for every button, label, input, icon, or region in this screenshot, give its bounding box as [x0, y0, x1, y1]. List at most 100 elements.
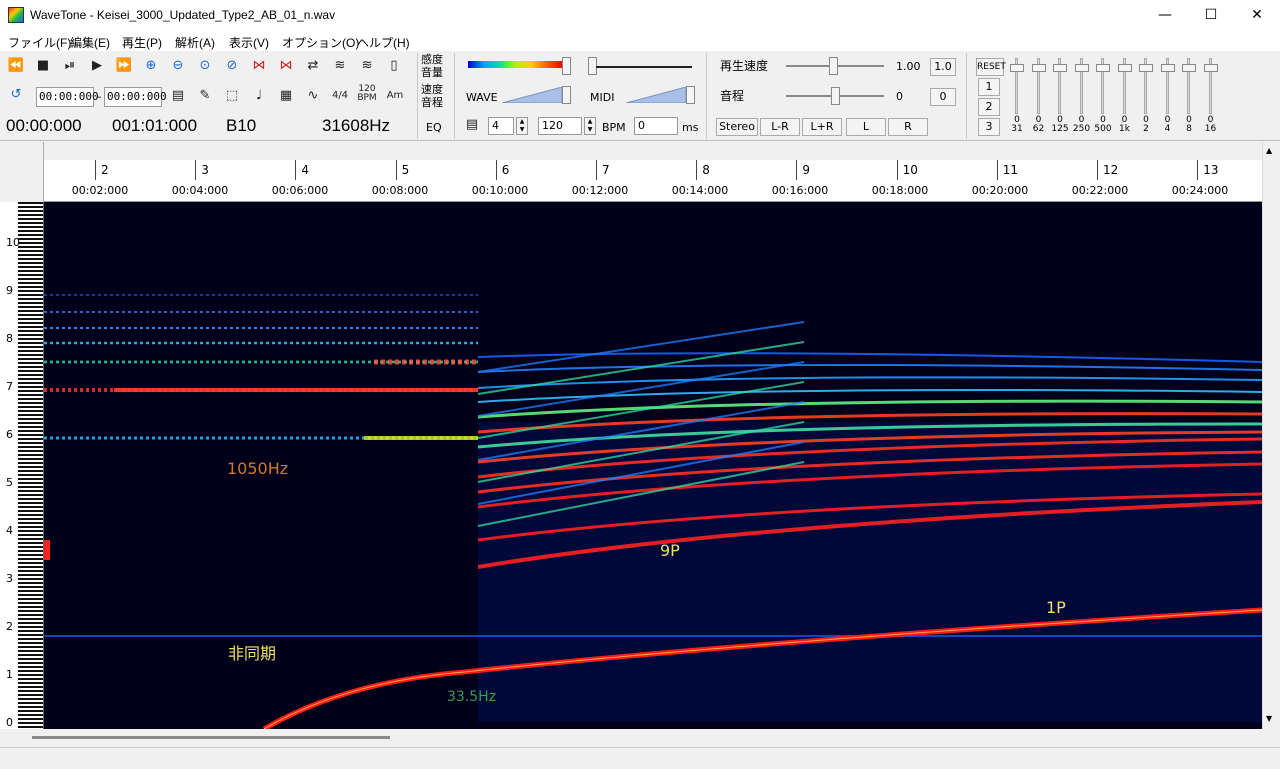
zoom-reset-icon[interactable]: ⊘ — [222, 56, 242, 76]
black-key[interactable] — [18, 306, 43, 308]
black-key[interactable] — [18, 386, 43, 388]
range-start-input[interactable]: 00:00:000 — [36, 87, 99, 107]
black-key[interactable] — [18, 250, 43, 252]
black-key[interactable] — [18, 594, 43, 596]
black-key[interactable] — [18, 646, 43, 648]
pencil-icon[interactable]: ✎ — [195, 86, 215, 106]
black-key[interactable] — [18, 478, 43, 480]
black-key[interactable] — [18, 514, 43, 516]
black-key[interactable] — [18, 482, 43, 484]
black-key[interactable] — [18, 678, 43, 680]
black-key[interactable] — [18, 374, 43, 376]
black-key[interactable] — [18, 434, 43, 436]
stereo-button[interactable]: Stereo — [716, 118, 758, 136]
black-key[interactable] — [18, 354, 43, 356]
black-key[interactable] — [18, 426, 43, 428]
black-key[interactable] — [18, 414, 43, 416]
black-key[interactable] — [18, 314, 43, 316]
black-key[interactable] — [18, 422, 43, 424]
black-key[interactable] — [18, 370, 43, 372]
black-key[interactable] — [18, 490, 43, 492]
midi-thumb[interactable] — [686, 86, 695, 104]
black-key[interactable] — [18, 486, 43, 488]
black-key[interactable] — [18, 246, 43, 248]
eq-band-thumb[interactable] — [1182, 64, 1196, 72]
layout-icon[interactable]: ▤ — [168, 86, 188, 106]
black-key[interactable] — [18, 346, 43, 348]
rewind-icon[interactable]: ⏪ — [6, 56, 26, 76]
expand-h-icon[interactable]: ⋈ — [249, 56, 269, 76]
black-key[interactable] — [18, 530, 43, 532]
black-key[interactable] — [18, 718, 43, 720]
black-key[interactable] — [18, 698, 43, 700]
black-key[interactable] — [18, 410, 43, 412]
black-key[interactable] — [18, 262, 43, 264]
black-key[interactable] — [18, 494, 43, 496]
black-key[interactable] — [18, 546, 43, 548]
eq-band-thumb[interactable] — [1160, 64, 1175, 72]
bpm-input[interactable]: 120 — [538, 117, 582, 135]
range-end-input[interactable]: 00:00:000 — [104, 87, 167, 107]
black-key[interactable] — [18, 618, 43, 620]
black-key[interactable] — [18, 694, 43, 696]
black-key[interactable] — [18, 230, 43, 232]
spectrogram[interactable]: 1050Hz 9P 1P 非同期 33.5Hz — [44, 202, 1262, 729]
black-key[interactable] — [18, 286, 43, 288]
minimize-button[interactable]: — — [1142, 0, 1188, 31]
black-key[interactable] — [18, 298, 43, 300]
volume-track[interactable] — [596, 66, 692, 68]
black-key[interactable] — [18, 322, 43, 324]
black-key[interactable] — [18, 566, 43, 568]
black-key[interactable] — [18, 562, 43, 564]
black-key[interactable] — [18, 630, 43, 632]
l-plus-r-button[interactable]: L+R — [802, 118, 842, 136]
eq-band-thumb[interactable] — [1010, 64, 1024, 72]
menu-help[interactable]: ヘルプ(H) — [357, 34, 410, 51]
black-key[interactable] — [18, 670, 43, 672]
black-key[interactable] — [18, 702, 43, 704]
menu-edit[interactable]: 編集(E) — [70, 34, 110, 51]
black-key[interactable] — [18, 342, 43, 344]
black-key[interactable] — [18, 390, 43, 392]
eq-band-thumb[interactable] — [1074, 64, 1089, 72]
black-key[interactable] — [18, 206, 43, 208]
black-key[interactable] — [18, 554, 43, 556]
sensitivity-thumb[interactable] — [562, 57, 571, 75]
black-key[interactable] — [18, 226, 43, 228]
chord-icon[interactable]: Am — [385, 86, 405, 106]
wave-ramp[interactable] — [502, 87, 562, 103]
black-key[interactable] — [18, 598, 43, 600]
black-key[interactable] — [18, 518, 43, 520]
black-key[interactable] — [18, 574, 43, 576]
black-key[interactable] — [18, 270, 43, 272]
black-key[interactable] — [18, 590, 43, 592]
black-key[interactable] — [18, 690, 43, 692]
black-key[interactable] — [18, 210, 43, 212]
black-key[interactable] — [18, 526, 43, 528]
eq-band-thumb[interactable] — [1139, 64, 1153, 72]
midi-ramp[interactable] — [626, 87, 686, 103]
black-key[interactable] — [18, 242, 43, 244]
playback-speed-thumb[interactable] — [829, 57, 838, 75]
black-key[interactable] — [18, 642, 43, 644]
black-key[interactable] — [18, 378, 43, 380]
black-key[interactable] — [18, 666, 43, 668]
fast-forward-icon[interactable]: ⏩ — [114, 56, 134, 76]
black-key[interactable] — [18, 350, 43, 352]
curve-icon[interactable]: ∿ — [303, 86, 323, 106]
black-key[interactable] — [18, 474, 43, 476]
black-key[interactable] — [18, 710, 43, 712]
pause-play-icon[interactable]: ⏯ — [60, 56, 80, 76]
menu-view[interactable]: 表示(V) — [229, 34, 269, 51]
black-key[interactable] — [18, 542, 43, 544]
black-key[interactable] — [18, 470, 43, 472]
black-key[interactable] — [18, 462, 43, 464]
l-minus-r-button[interactable]: L-R — [760, 118, 800, 136]
black-key[interactable] — [18, 446, 43, 448]
black-key[interactable] — [18, 522, 43, 524]
maximize-button[interactable]: ☐ — [1188, 0, 1234, 31]
black-key[interactable] — [18, 222, 43, 224]
black-key[interactable] — [18, 394, 43, 396]
select-icon[interactable]: ⬚ — [222, 86, 242, 106]
play-icon[interactable]: ▶ — [87, 56, 107, 76]
